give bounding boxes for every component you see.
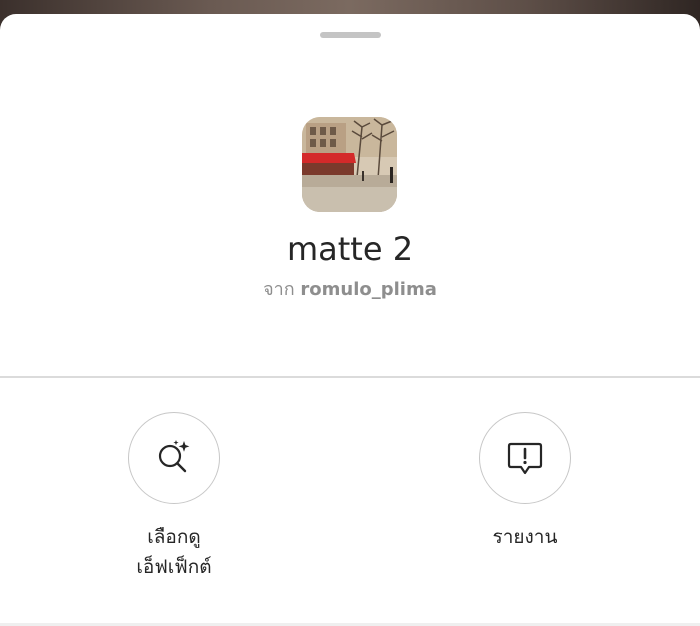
author-line: จาก romulo_plima [0,274,700,303]
divider [0,376,700,378]
report-label: รายงาน [492,526,558,548]
report-button[interactable] [479,412,571,504]
drag-handle[interactable] [320,32,381,38]
bottom-sheet: matte 2 จาก romulo_plima เลือกดู เอ็ฟเฟ็… [0,14,700,626]
by-prefix: จาก [263,279,295,300]
author-link[interactable]: romulo_plima [300,279,436,300]
browse-effects-action[interactable]: เลือกดู เอ็ฟเฟ็กต์ [127,412,221,582]
browse-effects-icon [158,440,190,473]
report-icon [507,442,543,475]
report-action[interactable]: รายงาน [477,412,573,552]
effect-name: matte 2 [286,230,414,268]
effect-thumbnail [302,117,397,212]
browse-effects-label: เลือกดู เอ็ฟเฟ็กต์ [136,526,212,578]
browse-effects-button[interactable] [128,412,220,504]
street-scene-image [302,117,397,212]
